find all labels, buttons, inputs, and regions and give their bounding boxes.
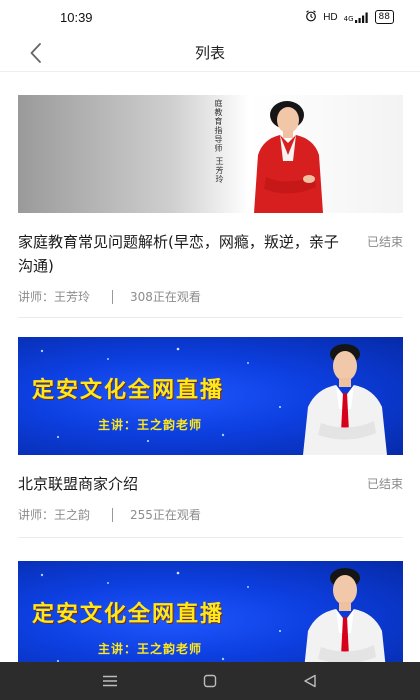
chevron-left-icon: [30, 43, 41, 63]
list-item[interactable]: 定安文化全网直播 主讲：王之韵老师 北京联盟商家介绍 已结束 讲师：王之韵 25…: [18, 337, 403, 523]
status-badge: 已结束: [366, 477, 403, 491]
triangle-back-icon: [304, 674, 316, 688]
divider: [18, 317, 403, 318]
alarm-icon: [305, 9, 317, 25]
signal-label: 4G: [343, 14, 354, 23]
status-icons: HD 4G 88: [305, 9, 394, 25]
nav-bar: 列表: [0, 34, 420, 72]
banner-title: 定安文化全网直播: [32, 601, 225, 627]
home-icon: [203, 674, 217, 688]
menu-button[interactable]: [95, 669, 125, 693]
item-title: 北京联盟商家介绍: [18, 475, 139, 493]
meta-divider: [112, 289, 114, 304]
item-viewers: 255正在观看: [130, 508, 201, 522]
list-item[interactable]: 庭教育指导师 王芳玲 家庭教育常见问题解析(早恋，网瘾，叛逆，亲子沟通) 已结束…: [18, 95, 403, 305]
banner-title: 定安文化全网直播: [32, 377, 225, 403]
battery-label: 88: [378, 12, 390, 22]
status-time: 10:39: [60, 9, 93, 25]
nav-back-button[interactable]: [295, 669, 325, 693]
divider: [18, 537, 403, 538]
item-lecturer: 讲师：王之韵: [18, 508, 91, 522]
status-bar: 10:39 HD 4G 88: [0, 0, 420, 34]
item-title: 家庭教育常见问题解析(早恋，网瘾，叛逆，亲子沟通): [18, 233, 339, 275]
item-lecturer: 讲师：王芳玲: [18, 290, 91, 304]
back-button[interactable]: [22, 39, 50, 67]
item-title-row: 家庭教育常见问题解析(早恋，网瘾，叛逆，亲子沟通) 已结束: [18, 230, 403, 278]
battery-icon: 88: [374, 10, 394, 24]
item-viewers: 308正在观看: [130, 290, 201, 304]
system-nav-bar: [0, 662, 420, 700]
signal-icon: 4G: [344, 12, 369, 23]
thumb-name: 王芳玲: [215, 157, 224, 184]
network-label: HD: [323, 11, 338, 23]
item-thumbnail[interactable]: 庭教育指导师 王芳玲: [18, 95, 403, 213]
item-thumbnail[interactable]: 定安文化全网直播 主讲：王之韵老师: [18, 337, 403, 455]
status-badge: 已结束: [366, 235, 403, 249]
menu-icon: [103, 675, 117, 687]
item-meta: 讲师：王芳玲 308正在观看: [18, 288, 403, 305]
screen: 10:39 HD 4G 88 列表 庭教育指导师 王芳玲 家庭教育常见问题解析(…: [0, 0, 420, 700]
thumb-caption: 庭教育指导师: [214, 99, 223, 153]
meta-divider: [112, 507, 114, 522]
banner-subtitle: 主讲：王之韵老师: [98, 642, 203, 656]
item-title-row: 北京联盟商家介绍 已结束: [18, 472, 403, 496]
home-button[interactable]: [195, 669, 225, 693]
banner-subtitle: 主讲：王之韵老师: [98, 418, 203, 432]
lecturer-portrait: [254, 101, 323, 213]
page-title: 列表: [194, 44, 225, 62]
item-meta: 讲师：王之韵 255正在观看: [18, 506, 403, 523]
